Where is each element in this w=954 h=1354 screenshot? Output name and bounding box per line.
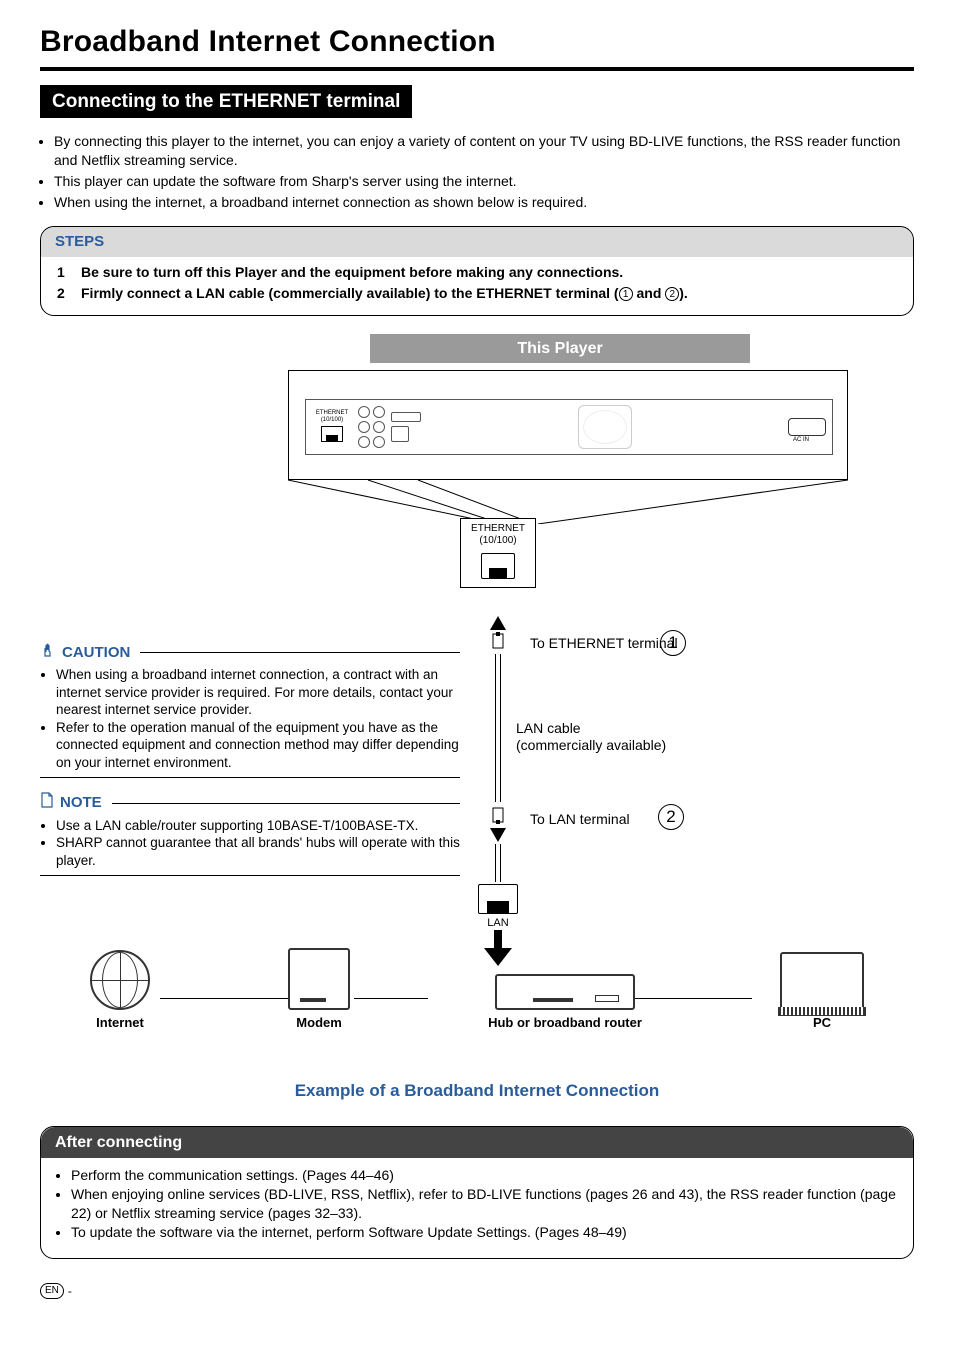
rj45-plug-down-icon	[490, 804, 506, 824]
device-label: PC	[780, 1014, 864, 1032]
step-text: Be sure to turn off this Player and the …	[81, 263, 623, 282]
optical-icon	[391, 426, 409, 442]
devices-row: Internet Modem Hub or broadband router P…	[40, 968, 914, 1032]
router-icon	[495, 974, 635, 1010]
step-text-pre: Firmly connect a LAN cable (commercially…	[81, 285, 619, 301]
note-label: NOTE	[60, 793, 102, 813]
device-router: Hub or broadband router	[488, 974, 642, 1032]
caution-note-column: CAUTION When using a broadband internet …	[40, 642, 460, 890]
step-number: 1	[57, 263, 71, 282]
device-label: Internet	[90, 1014, 150, 1032]
lan-port-label: LAN	[444, 916, 552, 931]
lan-port-box: LAN	[444, 884, 552, 931]
big-arrow-down-icon	[484, 930, 512, 966]
step-and: and	[633, 285, 666, 301]
device-pc: PC	[780, 952, 864, 1032]
ac-in-icon	[788, 418, 826, 436]
connector-lines	[288, 480, 848, 524]
callout-rule	[40, 875, 460, 876]
to-lan-label: To LAN terminal	[530, 810, 630, 829]
after-list: Perform the communication settings. (Pag…	[71, 1166, 897, 1242]
caution-hand-icon	[40, 642, 56, 664]
callout-number-1: 1	[660, 630, 686, 656]
caution-list: When using a broadband internet connecti…	[56, 666, 460, 771]
note-list: Use a LAN cable/router supporting 10BASE…	[56, 817, 460, 870]
lan-cable-line-lower	[495, 844, 501, 882]
ethernet-port-icon	[481, 553, 515, 579]
lan-cable-label-l1: LAN cable	[516, 720, 581, 736]
rj45-plug-up-icon	[490, 632, 506, 652]
caution-label: CAUTION	[62, 643, 130, 663]
step-circled-1: 1	[619, 287, 633, 301]
caution-item: When using a broadband internet connecti…	[56, 666, 460, 719]
steps-box: STEPS 1 Be sure to turn off this Player …	[40, 226, 914, 316]
rear-left-cluster: ETHERNET(10/100)	[312, 406, 421, 448]
lan-port-icon	[478, 884, 518, 914]
to-ethernet-label: To ETHERNET terminal	[530, 634, 678, 653]
hdmi-icon	[391, 412, 421, 422]
steps-head: STEPS	[41, 227, 913, 257]
arrow-down-icon	[490, 828, 506, 842]
step-number: 2	[57, 284, 71, 303]
modem-icon	[288, 948, 350, 1010]
lan-cable-line	[495, 654, 501, 802]
pc-icon	[780, 952, 864, 1010]
intro-bullet: When using the internet, a broadband int…	[54, 193, 914, 212]
lan-cable-label: LAN cable (commercially available)	[516, 720, 666, 754]
player-outline: ETHERNET(10/100)	[288, 370, 848, 480]
after-item: To update the software via the internet,…	[71, 1223, 897, 1242]
section-heading: Connecting to the ETHERNET terminal	[40, 85, 412, 119]
example-label: Example of a Broadband Internet Connecti…	[40, 1080, 914, 1103]
footer-dash: -	[68, 1283, 72, 1299]
caution-item: Refer to the operation manual of the equ…	[56, 719, 460, 772]
note-page-icon	[40, 792, 54, 814]
diagram-area: This Player ETHERNET(10/100)	[40, 330, 914, 1120]
footer: EN -	[40, 1283, 914, 1299]
step-text-post: ).	[679, 285, 688, 301]
step-item: 2 Firmly connect a LAN cable (commercial…	[57, 284, 897, 303]
title-rule	[40, 67, 914, 71]
footer-lang-badge: EN	[40, 1283, 64, 1299]
note-item: SHARP cannot guarantee that all brands' …	[56, 834, 460, 869]
callout-number-2: 2	[658, 804, 684, 830]
rca-jacks-icon	[358, 406, 385, 448]
callout-line	[140, 652, 460, 653]
mini-ethernet-icon: ETHERNET(10/100)	[312, 410, 352, 444]
caution-head: CAUTION	[40, 642, 460, 664]
after-connecting-box: After connecting Perform the communicati…	[40, 1126, 914, 1259]
ethernet-label-line2: (10/100)	[463, 535, 533, 547]
after-head: After connecting	[41, 1127, 913, 1159]
ethernet-callout-box: ETHERNET (10/100)	[460, 518, 536, 588]
callout-line	[112, 803, 460, 804]
ethernet-label-line1: ETHERNET	[463, 523, 533, 535]
player-rear-panel: ETHERNET(10/100)	[305, 399, 833, 455]
intro-bullet: This player can update the software from…	[54, 172, 914, 191]
fan-vent-icon	[578, 405, 632, 449]
this-player-label: This Player	[370, 334, 750, 364]
step-circled-2: 2	[665, 287, 679, 301]
page-title: Broadband Internet Connection	[40, 22, 914, 63]
after-item: Perform the communication settings. (Pag…	[71, 1166, 897, 1185]
step-item: 1 Be sure to turn off this Player and th…	[57, 263, 897, 282]
callout-rule	[40, 777, 460, 778]
note-item: Use a LAN cable/router supporting 10BASE…	[56, 817, 460, 835]
device-internet: Internet	[90, 950, 150, 1032]
intro-bullet: By connecting this player to the interne…	[54, 132, 914, 170]
arrow-up-icon	[490, 616, 506, 630]
device-label: Modem	[288, 1014, 350, 1032]
after-item: When enjoying online services (BD-LIVE, …	[71, 1185, 897, 1223]
globe-icon	[90, 950, 150, 1010]
lan-cable-label-l2: (commercially available)	[516, 737, 666, 753]
step-text: Firmly connect a LAN cable (commercially…	[81, 284, 688, 303]
intro-bullets: By connecting this player to the interne…	[54, 132, 914, 212]
device-label: Hub or broadband router	[488, 1014, 642, 1032]
steps-list: 1 Be sure to turn off this Player and th…	[57, 263, 897, 303]
note-head: NOTE	[40, 792, 460, 814]
device-modem: Modem	[288, 948, 350, 1032]
